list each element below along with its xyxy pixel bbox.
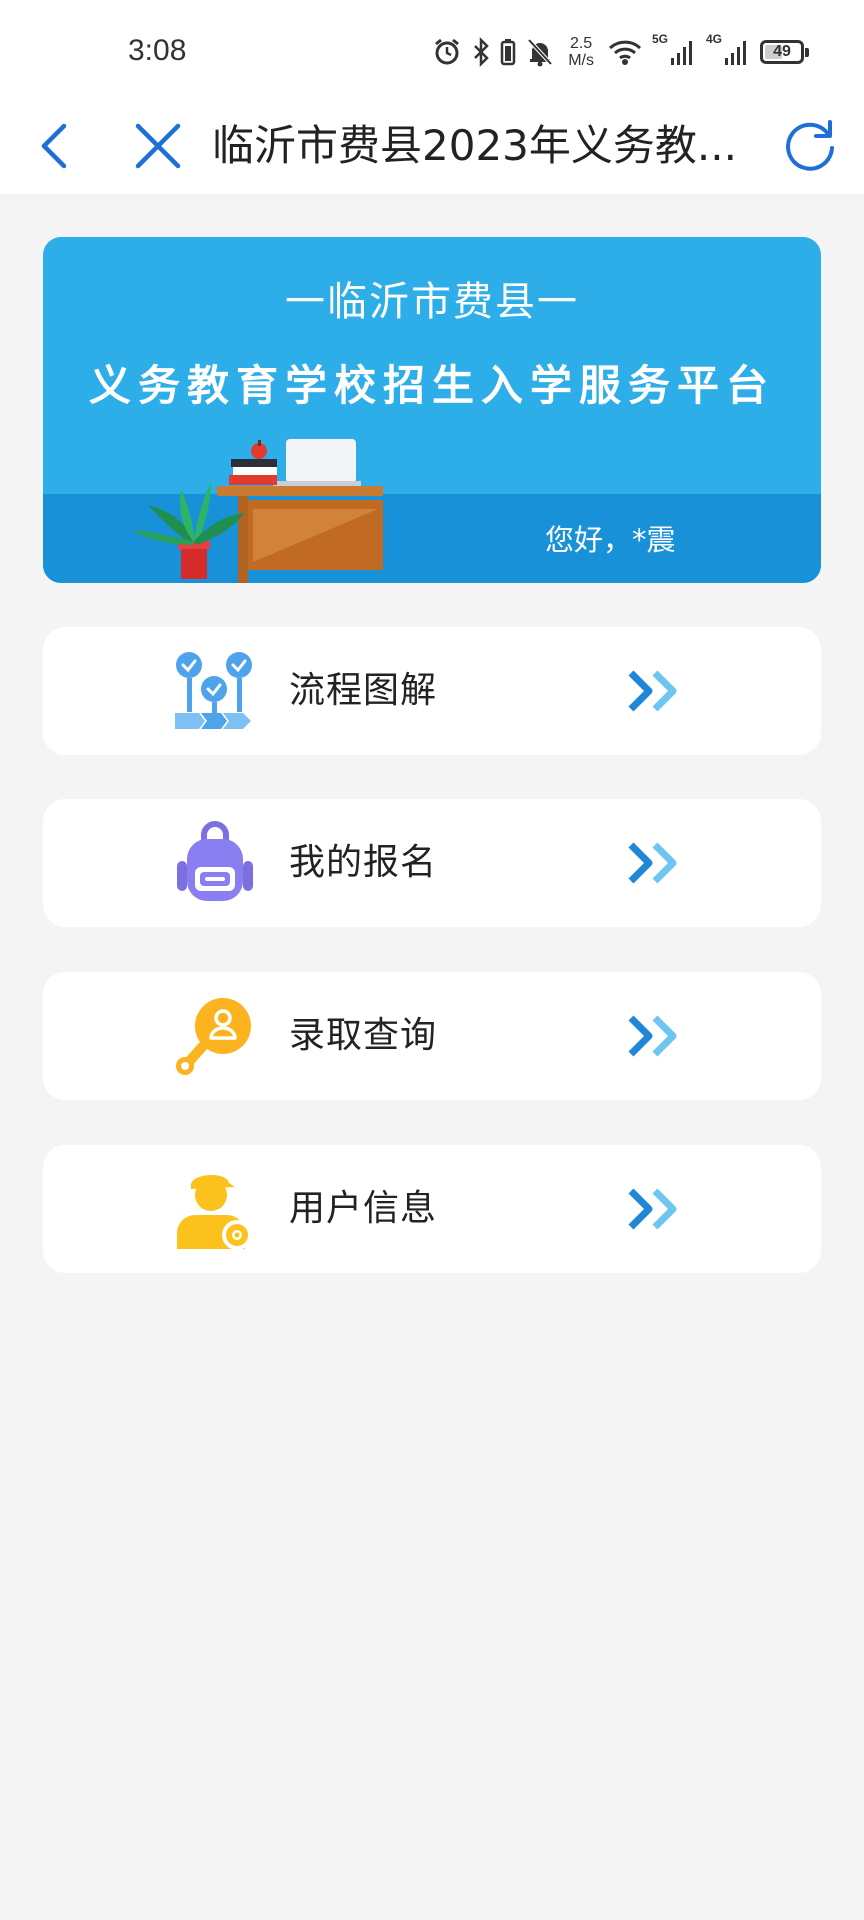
signal-label-5g: 5G <box>651 32 668 46</box>
menu-item-label: 我的报名 <box>289 842 438 883</box>
status-icons: 2.5 M/s 5G 4G 49 <box>432 32 809 72</box>
signal-icon <box>670 41 692 65</box>
greeting-text: 您好，*震 <box>545 523 676 557</box>
banner-subtitle: 一临沂市费县一 <box>285 279 579 325</box>
flowchart-icon <box>175 652 252 729</box>
battery-saver-icon <box>500 39 516 66</box>
menu-item-my-registration[interactable]: 我的报名 <box>43 799 821 927</box>
user-settings-icon <box>177 1174 252 1250</box>
double-chevron-right-icon <box>628 670 677 712</box>
menu-item-flowchart[interactable]: 流程图解 <box>43 627 821 755</box>
network-speed: 2.5 M/s <box>568 35 594 69</box>
mute-bell-icon <box>527 38 553 67</box>
search-person-icon <box>176 998 251 1075</box>
status-bar: 3:08 2.5 M/s 5G 4G 49 <box>0 0 864 100</box>
signal-label-4g: 4G <box>705 32 722 46</box>
double-chevron-right-icon <box>628 1188 677 1230</box>
battery-indicator: 49 <box>760 40 809 64</box>
backpack-icon <box>177 821 253 901</box>
signal-icon <box>725 41 746 65</box>
speed-value: 2.5 <box>569 35 593 52</box>
nav-bar: 临沂市费县2023年义务教... <box>0 100 864 194</box>
page-title: 临沂市费县2023年义务教... <box>212 121 737 170</box>
menu-item-label: 用户信息 <box>289 1188 438 1229</box>
desk-illustration <box>133 439 383 583</box>
status-time: 3:08 <box>128 34 187 67</box>
alarm-icon <box>435 38 460 65</box>
wifi-icon <box>608 40 641 65</box>
menu-item-user-info[interactable]: 用户信息 <box>43 1145 821 1273</box>
banner-title: 义务教育学校招生入学服务平台 <box>88 361 775 410</box>
refresh-icon[interactable] <box>780 116 840 176</box>
menu-item-label: 录取查询 <box>289 1015 438 1056</box>
double-chevron-right-icon <box>628 842 677 884</box>
banner: 一临沂市费县一 义务教育学校招生入学服务平台 您好，*震 <box>43 237 821 583</box>
battery-level: 49 <box>773 43 791 60</box>
speed-unit: M/s <box>568 52 594 69</box>
menu-item-label: 流程图解 <box>289 670 438 711</box>
bluetooth-icon <box>474 37 489 67</box>
double-chevron-right-icon <box>628 1015 677 1057</box>
menu-item-admission-query[interactable]: 录取查询 <box>43 972 821 1100</box>
chevron-left-icon[interactable] <box>30 118 80 174</box>
close-icon[interactable] <box>130 118 186 174</box>
